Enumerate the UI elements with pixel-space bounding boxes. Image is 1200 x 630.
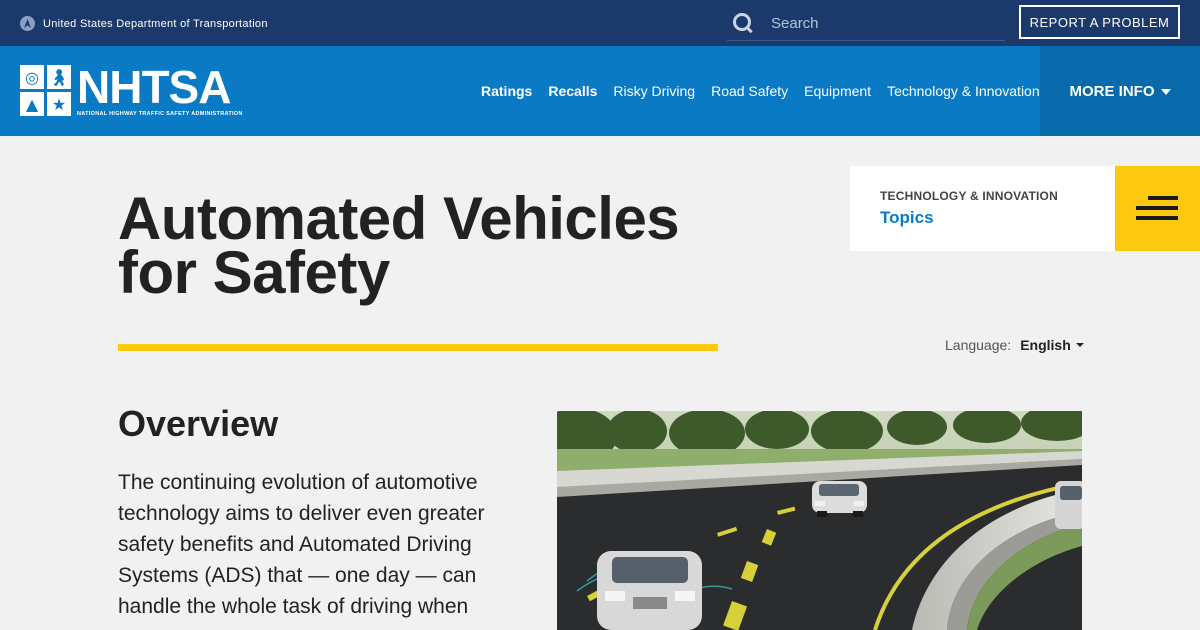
road-scene-image bbox=[557, 411, 1082, 630]
logo-acronym: NHTSA bbox=[77, 61, 231, 113]
topics-kicker: TECHNOLOGY & INNOVATION bbox=[880, 189, 1058, 203]
nav-road-safety[interactable]: Road Safety bbox=[703, 83, 796, 99]
menu-icon-bar-1 bbox=[1148, 196, 1178, 200]
menu-icon-bar-3 bbox=[1136, 216, 1178, 220]
logo-fullname: NATIONAL HIGHWAY TRAFFIC SAFETY ADMINIST… bbox=[77, 111, 243, 117]
nav-ratings[interactable]: Ratings bbox=[473, 83, 540, 99]
title-underline bbox=[118, 344, 718, 351]
logo-wordmark: NHTSA NATIONAL HIGHWAY TRAFFIC SAFETY AD… bbox=[77, 61, 243, 117]
nav-risky-driving[interactable]: Risky Driving bbox=[605, 83, 703, 99]
nav-recalls[interactable]: Recalls bbox=[540, 83, 605, 99]
menu-icon-bar-2 bbox=[1136, 206, 1178, 210]
primary-nav-links: Ratings Recalls Risky Driving Road Safet… bbox=[473, 46, 1048, 136]
search-box bbox=[727, 6, 1005, 41]
page-title-line-2: for Safety bbox=[118, 239, 390, 306]
topics-menu-button[interactable] bbox=[1115, 166, 1200, 251]
search-input[interactable] bbox=[771, 14, 991, 32]
page-title-line-1: Automated Vehicles bbox=[118, 185, 680, 252]
language-label: Language: bbox=[945, 337, 1012, 353]
dot-seal-icon bbox=[20, 16, 35, 31]
logo-icon-grid: ◎ 🚶︎ ▲ ★ bbox=[20, 65, 71, 116]
chevron-down-icon bbox=[1160, 89, 1171, 95]
topics-box[interactable]: TECHNOLOGY & INNOVATION Topics bbox=[850, 166, 1115, 251]
dot-banner[interactable]: United States Department of Transportati… bbox=[20, 16, 268, 31]
report-a-problem-button[interactable]: REPORT A PROBLEM bbox=[1019, 5, 1180, 39]
road-icon: ▲ bbox=[20, 92, 44, 116]
search-icon[interactable] bbox=[730, 10, 756, 36]
steering-wheel-icon: ◎ bbox=[20, 65, 44, 89]
more-info-button[interactable]: MORE INFO bbox=[1040, 46, 1200, 136]
automated-vehicles-illustration bbox=[557, 411, 1082, 630]
nav-technology-innovation[interactable]: Technology & Innovation bbox=[879, 83, 1048, 99]
top-utility-bar: United States Department of Transportati… bbox=[0, 0, 1200, 46]
overview-heading: Overview bbox=[118, 403, 279, 444]
page-title: Automated Vehicles for Safety bbox=[118, 185, 680, 306]
overview-paragraph: The continuing evolution of automotive t… bbox=[118, 471, 485, 618]
pedestrian-icon: 🚶︎ bbox=[47, 65, 71, 89]
nav-equipment[interactable]: Equipment bbox=[796, 83, 879, 99]
agency-label: United States Department of Transportati… bbox=[43, 17, 268, 30]
topics-label[interactable]: Topics bbox=[880, 208, 934, 228]
language-selector[interactable]: Language: English bbox=[945, 337, 1084, 353]
caret-down-icon bbox=[1075, 343, 1084, 347]
more-info-label: MORE INFO bbox=[1069, 82, 1155, 100]
main-navigation: ◎ 🚶︎ ▲ ★ NHTSA NATIONAL HIGHWAY TRAFFIC … bbox=[0, 46, 1200, 136]
nhtsa-logo[interactable]: ◎ 🚶︎ ▲ ★ NHTSA NATIONAL HIGHWAY TRAFFIC … bbox=[20, 61, 243, 119]
star-icon: ★ bbox=[47, 92, 71, 116]
language-value[interactable]: English bbox=[1020, 337, 1071, 353]
